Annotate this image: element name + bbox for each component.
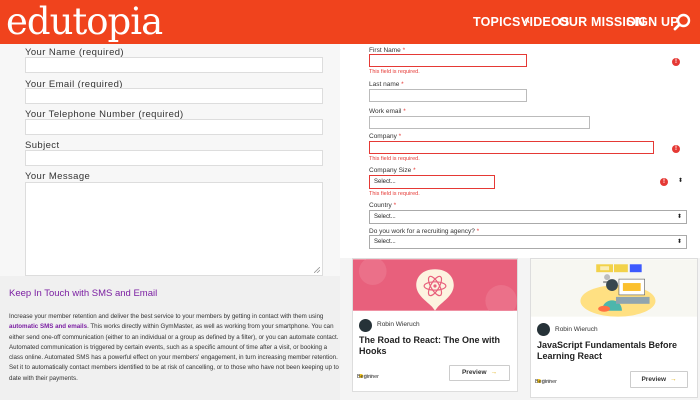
search-icon[interactable] bbox=[673, 13, 691, 31]
required-mark: * bbox=[402, 47, 406, 54]
body-text-1: Increase your member retention and deliv… bbox=[9, 313, 324, 320]
author-name: Robin Wieruch bbox=[555, 326, 598, 333]
company-size-error: This field is required. bbox=[369, 191, 420, 197]
name-field[interactable] bbox=[25, 57, 323, 73]
sms-email-link[interactable]: automatic SMS and emails bbox=[9, 323, 87, 330]
required-mark: * bbox=[393, 202, 397, 209]
company-size-select[interactable]: Select... bbox=[369, 175, 495, 189]
country-select[interactable]: Select... ⬍ bbox=[369, 210, 687, 224]
course-title[interactable]: The Road to React: The One with Hooks bbox=[359, 335, 509, 357]
arrow-right-icon: → bbox=[670, 376, 677, 383]
section-body: Increase your member retention and deliv… bbox=[9, 312, 341, 384]
first-name-label: First Name * bbox=[369, 47, 405, 54]
last-name-label: Last name * bbox=[369, 81, 404, 88]
level-label: Beginner bbox=[357, 374, 380, 380]
site-header: edutopia TOPICS ^ VIDEOS OUR MISSION SIGN… bbox=[0, 0, 700, 44]
email-field[interactable] bbox=[25, 88, 323, 104]
required-mark: * bbox=[413, 167, 416, 174]
company-error: This field is required. bbox=[369, 156, 420, 162]
company-size-label: Company Size * bbox=[369, 167, 416, 174]
course-thumbnail bbox=[353, 259, 517, 311]
company-size-value: Select... bbox=[374, 179, 396, 185]
preview-button[interactable]: Preview → bbox=[449, 365, 510, 381]
body-text-2: . This works directly within GymMaster, … bbox=[9, 323, 339, 382]
avatar bbox=[359, 319, 372, 332]
avatar bbox=[537, 323, 550, 336]
company-size-label-text: Company Size bbox=[369, 167, 412, 174]
phone-field[interactable] bbox=[25, 119, 323, 135]
edutopia-logo[interactable]: edutopia bbox=[6, 0, 163, 44]
level-label: Beginner bbox=[535, 379, 558, 385]
course-thumbnail bbox=[531, 259, 697, 317]
arrow-right-icon: → bbox=[490, 369, 498, 376]
preview-button-label: Preview bbox=[641, 376, 667, 383]
preview-button[interactable]: Preview → bbox=[630, 371, 688, 388]
message-textarea[interactable] bbox=[25, 182, 323, 276]
country-value: Select... bbox=[374, 214, 396, 220]
select-arrows-icon: ⬍ bbox=[677, 178, 683, 184]
error-icon: ! bbox=[672, 145, 680, 153]
required-mark: * bbox=[476, 228, 480, 235]
last-name-label-text: Last name bbox=[369, 81, 400, 88]
course-title[interactable]: JavaScript Fundamentals Before Learning … bbox=[537, 340, 687, 362]
work-email-label: Work email * bbox=[369, 108, 406, 115]
first-name-label-text: First Name bbox=[369, 47, 401, 54]
company-field[interactable] bbox=[369, 141, 654, 154]
country-label-text: Country bbox=[369, 202, 392, 209]
required-mark: * bbox=[398, 133, 402, 140]
message-label: Your Message bbox=[25, 171, 91, 182]
required-mark: * bbox=[403, 108, 406, 115]
first-name-field[interactable] bbox=[369, 54, 527, 67]
agency-label-text: Do you work for a recruiting agency? bbox=[369, 228, 475, 235]
preview-button-label: Preview bbox=[461, 369, 487, 376]
select-arrows-icon: ⬍ bbox=[676, 239, 682, 245]
select-arrows-icon: ⬍ bbox=[676, 214, 682, 220]
first-name-error: This field is required. bbox=[369, 69, 420, 75]
error-icon: ! bbox=[660, 178, 668, 186]
author-name: Robin Wieruch bbox=[377, 321, 420, 328]
sms-email-section: Keep In Touch with SMS and Email Increas… bbox=[0, 276, 340, 400]
error-icon: ! bbox=[672, 58, 680, 66]
company-label: Company * bbox=[369, 133, 401, 140]
contact-form: Your Name (required) Your Email (require… bbox=[0, 44, 340, 276]
nav-topics-label: TOPICS bbox=[473, 15, 521, 29]
course-card[interactable]: Robin Wieruch JavaScript Fundamentals Be… bbox=[530, 258, 698, 398]
work-email-field[interactable] bbox=[369, 116, 590, 129]
agency-value: Select... bbox=[374, 239, 396, 245]
section-heading: Keep In Touch with SMS and Email bbox=[9, 288, 158, 299]
last-name-field[interactable] bbox=[369, 89, 527, 102]
lead-form: First Name * ! This field is required. L… bbox=[340, 44, 700, 258]
agency-select[interactable]: Select... ⬍ bbox=[369, 235, 687, 249]
agency-label: Do you work for a recruiting agency? * bbox=[369, 228, 479, 235]
course-card[interactable]: Robin Wieruch The Road to React: The One… bbox=[352, 258, 518, 392]
work-email-label-text: Work email bbox=[369, 108, 402, 115]
subject-field[interactable] bbox=[25, 150, 323, 166]
country-label: Country * bbox=[369, 202, 396, 209]
nav-sign-up[interactable]: SIGN UP bbox=[626, 15, 679, 29]
required-mark: * bbox=[401, 81, 404, 88]
resize-handle-icon[interactable] bbox=[314, 267, 320, 273]
company-size-arrows: ⬍ bbox=[674, 175, 687, 189]
company-label-text: Company bbox=[369, 133, 397, 140]
